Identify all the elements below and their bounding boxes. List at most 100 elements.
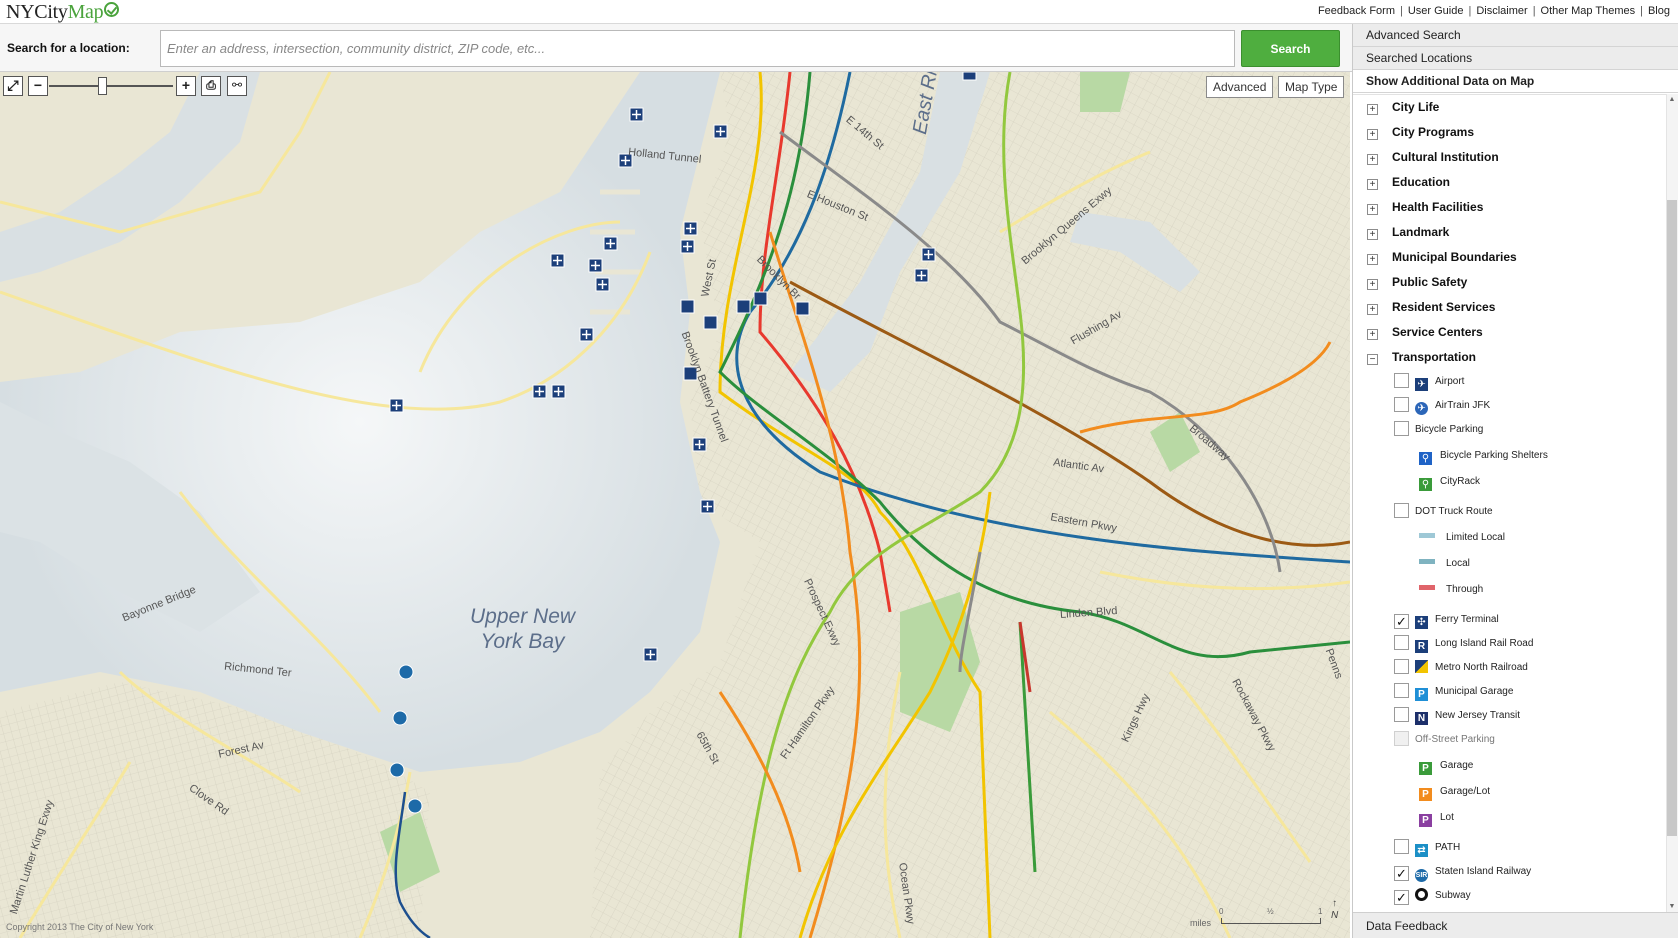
category-health-facilities[interactable]: + Health Facilities — [1367, 197, 1483, 217]
expand-icon[interactable]: + — [1367, 279, 1378, 290]
category-cultural-institution[interactable]: + Cultural Institution — [1367, 147, 1499, 167]
checkbox[interactable] — [1394, 839, 1409, 854]
feedback-form-link[interactable]: Feedback Form — [1318, 5, 1395, 17]
expand-icon[interactable]: + — [1367, 179, 1378, 190]
checkbox[interactable] — [1394, 397, 1409, 412]
category-label: Resident Services — [1392, 300, 1496, 314]
category-label: Public Safety — [1392, 275, 1468, 289]
checkbox[interactable] — [1394, 683, 1409, 698]
layer-airtrain[interactable]: ✈ AirTrain JFK — [1394, 397, 1490, 417]
map-canvas[interactable]: Upper New York Bay East River Holland Tu… — [0, 72, 1350, 938]
expand-icon[interactable]: + — [1367, 129, 1378, 140]
line-swatch — [1419, 533, 1435, 538]
map-basemap — [0, 72, 1350, 938]
advanced-button[interactable]: Advanced — [1206, 76, 1274, 98]
zoom-slider-handle[interactable] — [98, 77, 107, 95]
nj-transit-icon: N — [1415, 712, 1428, 725]
layer-nj-transit[interactable]: N New Jersey Transit — [1394, 707, 1520, 727]
checkbox[interactable] — [1394, 635, 1409, 650]
search-button[interactable]: Search — [1241, 30, 1340, 67]
zoom-in-icon[interactable]: + — [176, 76, 196, 96]
layer-path[interactable]: ⇄ PATH — [1394, 839, 1460, 859]
layer-label: New Jersey Transit — [1435, 710, 1521, 721]
checkbox[interactable] — [1394, 373, 1409, 388]
category-education[interactable]: + Education — [1367, 172, 1450, 192]
checkbox-checked[interactable]: ✓ — [1394, 890, 1409, 905]
expand-icon[interactable]: + — [1367, 304, 1378, 315]
user-guide-link[interactable]: User Guide — [1408, 5, 1464, 17]
blog-link[interactable]: Blog — [1648, 5, 1670, 17]
category-city-life[interactable]: + City Life — [1367, 97, 1439, 117]
layer-label: Bicycle Parking Shelters — [1440, 450, 1548, 461]
search-label: Search for a location: — [7, 41, 130, 55]
category-label: Landmark — [1392, 225, 1450, 239]
metro-north-icon — [1415, 660, 1428, 673]
layer-label: Airport — [1435, 376, 1465, 387]
category-resident-services[interactable]: + Resident Services — [1367, 297, 1495, 317]
scroll-down-icon[interactable]: ▼ — [1668, 903, 1676, 910]
layer-label: Garage/Lot — [1440, 786, 1491, 797]
bay-label-line2: York Bay — [480, 630, 565, 653]
zoom-out-icon[interactable]: − — [28, 76, 48, 96]
layer-staten-island-railway[interactable]: ✓ SIR Staten Island Railway — [1394, 863, 1531, 883]
category-landmark[interactable]: + Landmark — [1367, 222, 1449, 242]
scale-bar — [1221, 918, 1321, 924]
sublayer-limited-local: Limited Local — [1419, 529, 1505, 549]
parking-icon: P — [1415, 688, 1428, 701]
category-municipal-boundaries[interactable]: + Municipal Boundaries — [1367, 247, 1517, 267]
scrollbar-thumb[interactable] — [1667, 200, 1677, 836]
checkbox[interactable] — [1394, 707, 1409, 722]
zoom-slider[interactable] — [49, 85, 173, 87]
advanced-search-header[interactable]: Advanced Search — [1353, 24, 1678, 47]
checkbox-checked[interactable]: ✓ — [1394, 866, 1409, 881]
other-map-themes-link[interactable]: Other Map Themes — [1541, 5, 1636, 17]
layer-metro-north[interactable]: Metro North Railroad — [1394, 659, 1528, 679]
subway-icon — [1415, 888, 1428, 901]
scale-unit: miles — [1190, 918, 1212, 928]
expand-icon[interactable]: + — [1367, 329, 1378, 340]
show-additional-data-header[interactable]: Show Additional Data on Map — [1353, 70, 1678, 93]
layer-label: Metro North Railroad — [1435, 662, 1528, 673]
expand-icon[interactable]: + — [1367, 254, 1378, 265]
layer-scrollbar[interactable]: ▲ ▼ — [1666, 94, 1678, 912]
bike-icon: ⚲ — [1419, 478, 1432, 491]
checkbox[interactable] — [1394, 503, 1409, 518]
layer-subway[interactable]: ✓ Subway — [1394, 887, 1471, 907]
layer-dot-truck-route[interactable]: DOT Truck Route — [1394, 503, 1493, 523]
sublayer-garage-lot: P Garage/Lot — [1419, 783, 1490, 803]
searched-locations-header[interactable]: Searched Locations — [1353, 47, 1678, 70]
map-type-button[interactable]: Map Type — [1278, 76, 1345, 98]
print-icon[interactable]: ⎙ — [201, 76, 221, 96]
checkbox[interactable] — [1394, 659, 1409, 674]
expand-icon[interactable]: + — [1367, 229, 1378, 240]
category-service-centers[interactable]: + Service Centers — [1367, 322, 1483, 342]
layer-tree: + City Life + City Programs + Cultural Inst… — [1353, 94, 1678, 912]
layer-ferry-terminal[interactable]: ✓ ✣ Ferry Terminal — [1394, 611, 1499, 631]
category-label: Service Centers — [1392, 325, 1483, 339]
layer-bicycle-parking[interactable]: Bicycle Parking — [1394, 421, 1483, 441]
expand-icon[interactable]: + — [1367, 104, 1378, 115]
header-links: Feedback Form | User Guide | Disclaimer | Othe… — [1317, 5, 1670, 17]
layer-airport[interactable]: ✈ Airport — [1394, 373, 1464, 393]
search-input[interactable] — [160, 30, 1235, 67]
category-public-safety[interactable]: + Public Safety — [1367, 272, 1467, 292]
category-label: Transportation — [1392, 350, 1477, 364]
link-icon[interactable]: ⚯ — [227, 76, 247, 96]
maximize-icon[interactable]: ⤢ — [3, 76, 23, 96]
checkbox-checked[interactable]: ✓ — [1394, 614, 1409, 629]
north-arrow-icon: ↑ N — [1331, 898, 1339, 921]
category-transportation[interactable]: − Transportation — [1367, 347, 1476, 367]
nycitymap-logo[interactable]: NYCityMap — [6, 1, 120, 23]
checkbox[interactable] — [1394, 421, 1409, 436]
disclaimer-link[interactable]: Disclaimer — [1476, 5, 1527, 17]
layer-label: Limited Local — [1446, 532, 1505, 543]
expand-icon[interactable]: + — [1367, 204, 1378, 215]
scroll-up-icon[interactable]: ▲ — [1668, 96, 1676, 103]
data-feedback-header[interactable]: Data Feedback — [1353, 912, 1678, 938]
layer-municipal-garage[interactable]: P Municipal Garage — [1394, 683, 1513, 703]
expand-icon[interactable]: + — [1367, 154, 1378, 165]
collapse-icon[interactable]: − — [1367, 354, 1378, 365]
category-city-programs[interactable]: + City Programs — [1367, 122, 1474, 142]
scale-tick: 0 — [1219, 907, 1224, 916]
layer-lirr[interactable]: R Long Island Rail Road — [1394, 635, 1533, 655]
